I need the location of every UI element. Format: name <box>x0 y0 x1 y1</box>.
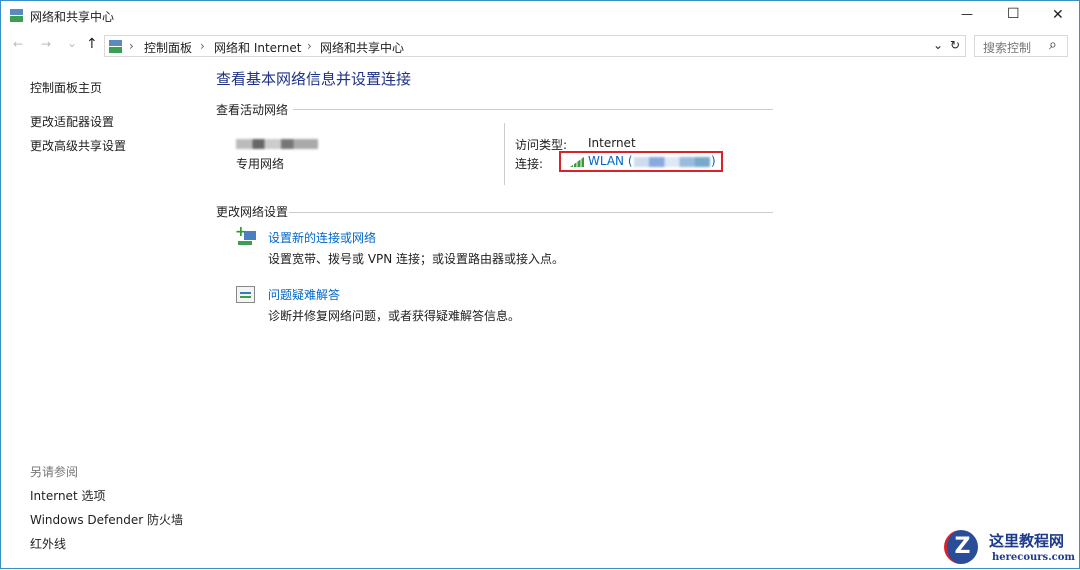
refresh-icon[interactable]: ↻ <box>950 38 960 52</box>
breadcrumb-sep: › <box>129 39 134 53</box>
maximize-button[interactable]: ☐ <box>1007 6 1020 22</box>
troubleshoot-desc: 诊断并修复网络问题，或者获得疑难解答信息。 <box>268 309 521 323</box>
search-placeholder: 搜索控制 <box>983 41 1032 55</box>
link-firewall[interactable]: Windows Defender 防火墙 <box>30 511 183 528</box>
minimize-button[interactable]: — <box>961 7 973 21</box>
window-title: 网络和共享中心 <box>30 10 115 24</box>
watermark-title: 这里教程网 <box>989 532 1065 550</box>
connection-label: 连接: <box>515 157 544 171</box>
address-bar[interactable]: › 控制面板 › 网络和 Internet › 网络和共享中心 ⌄ ↻ <box>104 35 966 57</box>
sidebar-item-adapter[interactable]: 更改适配器设置 <box>30 113 114 130</box>
nav-bar: ← → ⌄ ↑ › 控制面板 › 网络和 Internet › 网络和共享中心 … <box>1 33 1080 59</box>
divider <box>289 212 773 213</box>
link-internet-options[interactable]: Internet 选项 <box>30 487 105 504</box>
title-bar: 网络和共享中心 — ☐ ✕ <box>1 1 1080 31</box>
breadcrumb-network-internet[interactable]: 网络和 Internet <box>214 39 301 56</box>
breadcrumb-control-panel[interactable]: 控制面板 <box>144 39 192 56</box>
breadcrumb-network-sharing[interactable]: 网络和共享中心 <box>320 39 404 56</box>
wlan-label[interactable]: WLAN ( <box>588 154 633 168</box>
forward-button[interactable]: → <box>41 37 51 51</box>
sidebar-item-home[interactable]: 控制面板主页 <box>30 79 102 96</box>
breadcrumb-sep: › <box>307 39 312 53</box>
setup-connection-link[interactable]: 设置新的连接或网络 <box>268 229 376 246</box>
close-button[interactable]: ✕ <box>1052 7 1064 23</box>
wlan-close-paren: ) <box>711 154 716 168</box>
up-button[interactable]: ↑ <box>86 36 98 52</box>
divider <box>504 123 505 185</box>
back-button[interactable]: ← <box>13 37 23 51</box>
breadcrumb-sep: › <box>200 39 205 53</box>
active-networks-title: 查看活动网络 <box>216 103 289 117</box>
watermark-logo: Z 这里教程网 herecours.com <box>936 528 1080 570</box>
new-connection-icon: + <box>235 225 257 247</box>
watermark-url: herecours.com <box>992 552 1076 563</box>
access-type-value: Internet <box>588 136 636 150</box>
sidebar-item-sharing[interactable]: 更改高级共享设置 <box>30 137 126 154</box>
setup-connection-desc: 设置宽带、拨号或 VPN 连接；或设置路由器或接入点。 <box>268 252 565 266</box>
chevron-down-icon[interactable]: ⌄ <box>933 38 943 52</box>
troubleshoot-link[interactable]: 问题疑难解答 <box>268 286 340 303</box>
network-type: 专用网络 <box>236 157 285 171</box>
recent-button[interactable]: ⌄ <box>67 36 77 50</box>
wlan-link[interactable]: WLAN ( ) <box>559 151 723 172</box>
see-also-title: 另请参阅 <box>30 465 79 479</box>
page-title: 查看基本网络信息并设置连接 <box>216 70 412 88</box>
search-icon: ⌕ <box>1049 37 1057 53</box>
watermark-z-icon: Z <box>944 530 978 564</box>
wifi-signal-icon <box>570 157 584 167</box>
search-input[interactable]: 搜索控制 ⌕ <box>974 35 1068 57</box>
change-settings-title: 更改网络设置 <box>216 205 289 219</box>
network-icon <box>10 9 23 22</box>
troubleshoot-icon <box>236 286 255 303</box>
link-infrared[interactable]: 红外线 <box>30 535 66 552</box>
network-name-blurred <box>236 139 318 149</box>
network-icon <box>109 40 122 53</box>
divider <box>293 109 773 110</box>
wlan-ssid-blurred <box>634 157 710 167</box>
